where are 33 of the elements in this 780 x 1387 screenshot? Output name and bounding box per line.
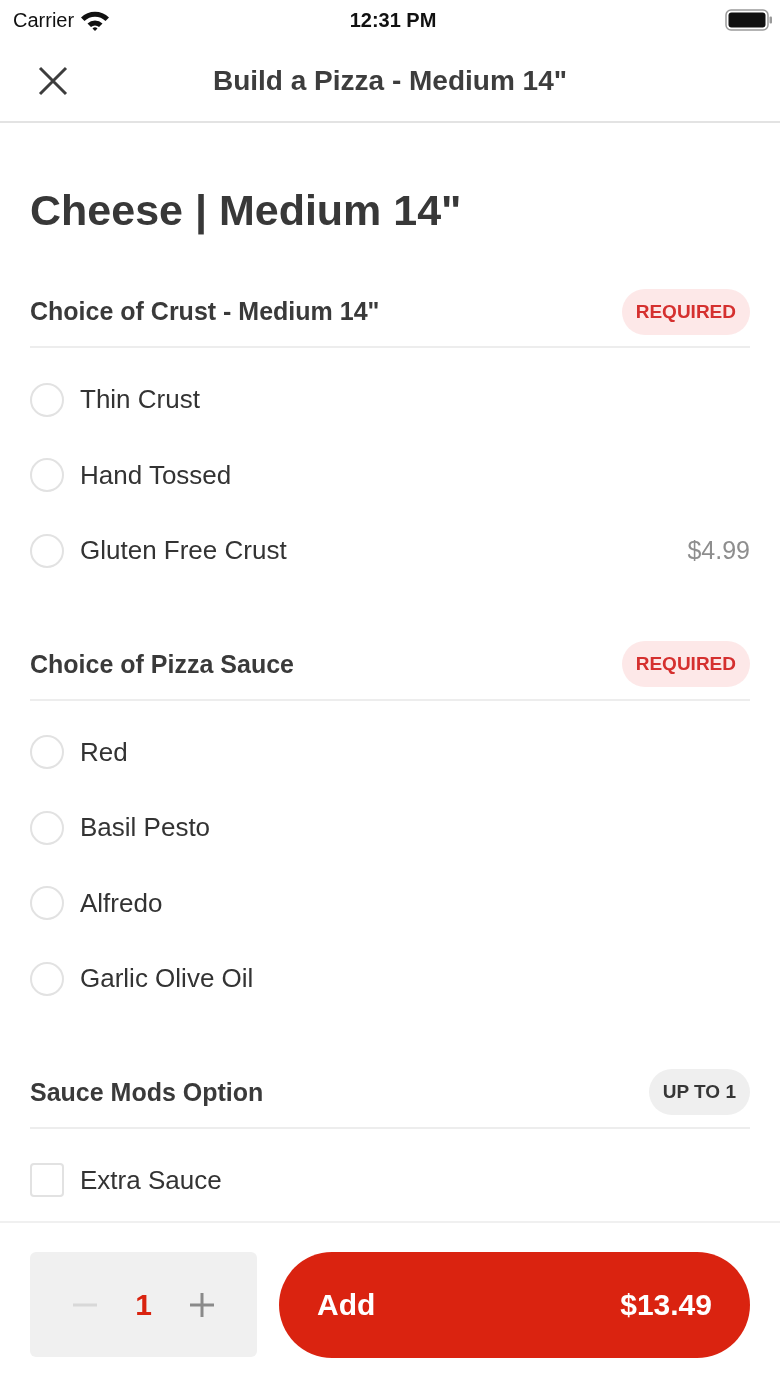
add-to-order-button[interactable]: Add $13.49 <box>279 1252 750 1358</box>
quantity-value: 1 <box>135 1287 152 1322</box>
battery-icon <box>725 9 773 31</box>
option-price: $4.99 <box>687 536 750 566</box>
option-label: Red <box>80 736 128 768</box>
required-badge: REQUIRED <box>621 288 750 335</box>
section-title: Sauce Mods Option <box>30 1077 264 1107</box>
radio-button[interactable] <box>30 735 64 770</box>
carrier-label: Carrier <box>13 8 75 32</box>
clock-time: 12:31 PM <box>349 8 437 32</box>
plus-icon[interactable] <box>188 1291 215 1318</box>
radio-button[interactable] <box>30 961 64 996</box>
checkbox[interactable] <box>30 1163 64 1198</box>
option-label: Extra Sauce <box>80 1164 222 1196</box>
option-label: Alfredo <box>80 887 163 919</box>
option-label: Thin Crust <box>80 384 200 416</box>
radio-button[interactable] <box>30 382 64 417</box>
radio-button[interactable] <box>30 810 64 845</box>
radio-button[interactable] <box>30 458 64 493</box>
close-icon[interactable] <box>38 65 68 96</box>
option-label: Garlic Olive Oil <box>80 963 254 995</box>
item-title: Cheese | Medium 14" <box>30 185 463 236</box>
radio-button[interactable] <box>30 533 64 568</box>
required-badge: REQUIRED <box>621 641 750 687</box>
section-title: Choice of Pizza Sauce <box>30 649 294 679</box>
option-label: Hand Tossed <box>80 459 232 491</box>
limit-badge: UP TO 1 <box>648 1069 750 1115</box>
option-label: Basil Pesto <box>80 812 211 844</box>
option-label: Gluten Free Crust <box>80 535 287 567</box>
wifi-icon <box>80 9 111 31</box>
screen-title: Build a Pizza - Medium 14" <box>213 64 567 97</box>
radio-button[interactable] <box>30 886 64 921</box>
section-title: Choice of Crust - Medium 14" <box>30 297 380 326</box>
